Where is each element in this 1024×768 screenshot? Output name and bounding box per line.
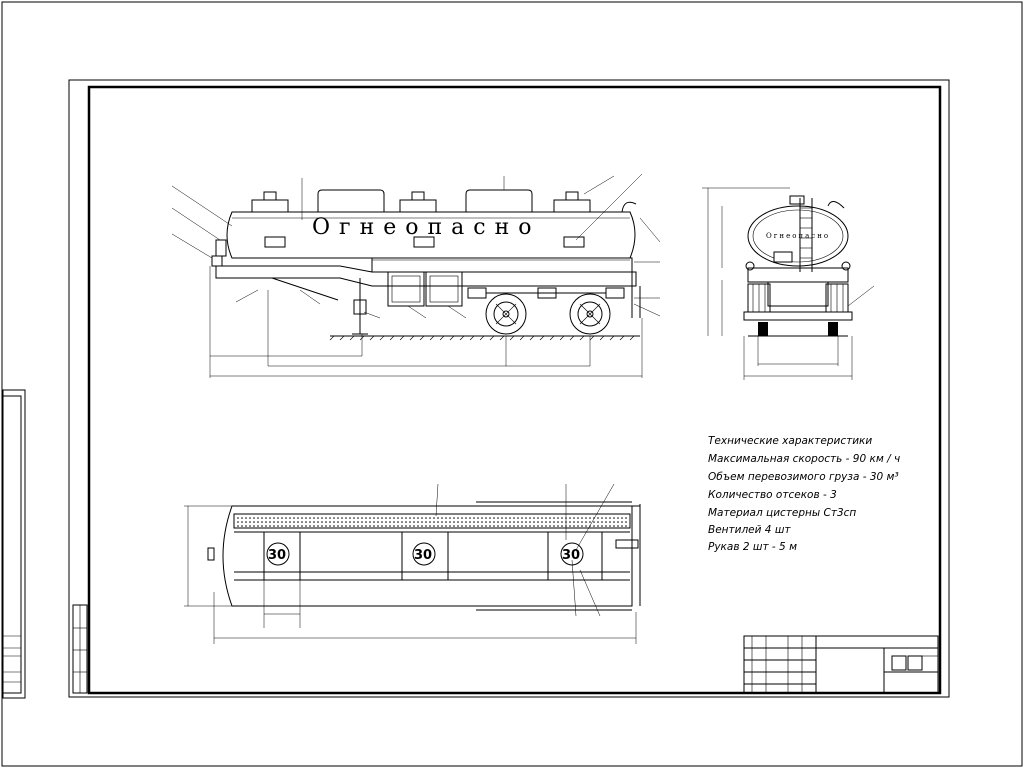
wheel-2 (569, 293, 611, 335)
technical-drawing: Огнеопасно Огнеопасно 30 30 30 Техническ… (1, 1, 1023, 767)
spec-line-1: Максимальная скорость - 90 км / ч (708, 453, 900, 465)
axle-number-2: 30 (414, 548, 432, 563)
spec-line-5: Вентилей 4 шт (708, 524, 791, 536)
manholes (251, 191, 591, 213)
left-sheet-fragment (2, 389, 26, 699)
technical-specs: Технические характеристики Максимальная … (708, 435, 900, 553)
left-stamp-strip (72, 604, 88, 694)
drawing-frame (87, 85, 942, 695)
rear-view: Огнеопасно (702, 187, 875, 380)
handrails (317, 189, 637, 213)
spec-line-4: Материал цистерны Ст3сп (708, 507, 856, 519)
axle-number-1: 30 (268, 548, 286, 563)
sheet-outer-border (1, 1, 1023, 767)
wheel-1 (485, 293, 527, 335)
spec-line-6: Рукав 2 шт - 5 м (708, 541, 797, 553)
top-view: 30 30 30 (184, 483, 641, 644)
tank-lettering: Огнеопасно (312, 215, 541, 240)
title-block (743, 635, 939, 694)
spec-line-3: Количество отсеков - 3 (708, 489, 837, 501)
tank-lettering-rear: Огнеопасно (766, 232, 830, 240)
axle-marks: 30 30 30 (266, 542, 584, 566)
rear-wheels (747, 283, 849, 313)
specs-title: Технические характеристики (708, 435, 872, 447)
spec-line-2: Объем перевозимого груза - 30 м³ (708, 471, 899, 483)
sheet-frame (68, 79, 950, 698)
axle-number-3: 30 (562, 548, 580, 563)
side-view: Огнеопасно (171, 173, 661, 378)
